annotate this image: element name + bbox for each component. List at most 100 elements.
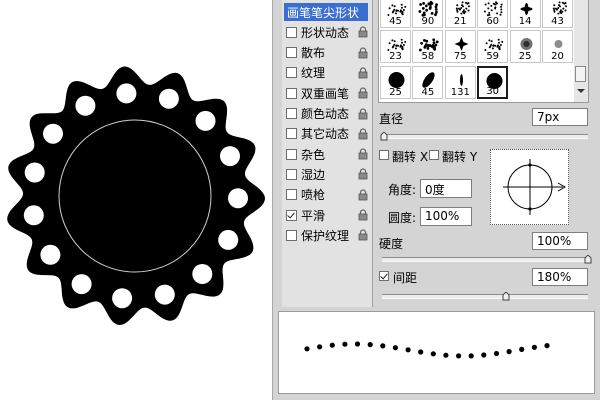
spacing-label: 间距 [393,271,418,285]
brush-option-item[interactable]: 纹理 [284,64,370,82]
diameter-slider-track[interactable] [382,134,588,139]
diameter-input[interactable]: 7px [532,108,588,126]
brush-option-item[interactable]: 其它动态 [284,125,370,143]
lock-icon[interactable] [358,229,368,241]
angle-input[interactable]: 0度 [420,179,472,198]
option-checkbox[interactable] [286,189,297,201]
brush-tip-size: 90 [421,16,435,27]
lock-icon[interactable] [358,168,368,180]
disc-hole [40,244,61,265]
flip-x-checkbox[interactable] [379,150,389,160]
disc-hole [43,123,63,144]
brush-tip[interactable]: 131 [444,66,476,99]
brush-tip-size: 75 [453,51,467,62]
lock-icon[interactable] [358,128,368,140]
option-checkbox[interactable] [286,229,297,241]
preview-dot [519,346,525,352]
brush-grid-scrollbar[interactable] [574,0,589,103]
brush-tip-size: 131 [450,87,470,98]
lock-icon[interactable] [358,67,368,79]
hardness-slider-handle[interactable] [584,255,592,264]
brush-tip[interactable]: 90 [412,0,444,28]
disc-hole [116,83,137,104]
roundness-input[interactable]: 100% [420,207,472,226]
lock-icon[interactable] [358,209,368,221]
option-label: 纹理 [301,66,326,81]
option-label: 湿边 [301,167,326,182]
scrollbar-thumb[interactable] [575,66,586,82]
brush-option-item[interactable]: 喷枪 [284,186,370,204]
spacing-slider-track[interactable] [382,294,588,299]
brush-option-item[interactable]: 形状动态 [284,23,370,41]
brush-option-item[interactable]: 保护纹理 [284,226,370,244]
spacing-input[interactable]: 180% [532,268,588,286]
brush-option-item[interactable]: 散布 [284,44,370,62]
brush-tip[interactable]: 25 [509,30,541,63]
brush-tip[interactable]: 14 [509,0,541,28]
wavy-disc [7,66,265,325]
disc-hole [192,264,213,284]
brush-tip-size: 25 [389,87,402,98]
angle-roundness-widget[interactable] [490,149,569,225]
option-checkbox[interactable] [286,87,297,99]
option-checkbox[interactable] [286,168,297,180]
spacing-slider-handle[interactable] [502,292,510,301]
flip-y-checkbox[interactable] [429,150,439,160]
brush-tip-size: 45 [421,87,435,98]
diameter-label: 直径 [379,112,404,126]
preview-dot [380,343,386,349]
brush-tip[interactable]: 20 [542,30,573,63]
lock-icon[interactable] [358,189,368,201]
brush-option-item[interactable]: 平滑 [284,206,370,224]
scroll-down-arrow-icon[interactable] [574,86,588,96]
disc-hole [23,205,44,226]
option-checkbox[interactable] [286,67,297,79]
brush-tip[interactable]: 75 [444,30,476,63]
brush-option-item[interactable]: 湿边 [284,165,370,183]
disc-hole [218,229,239,250]
brush-tip[interactable]: 59 [477,30,509,63]
option-label: 散布 [301,46,326,61]
brush-option-item[interactable]: 画笔笔尖形状 [284,3,368,21]
brush-tip-grid: 45 90 21 60 14 43 23 58 75 59 25 20 25 45 131 30 [378,0,576,103]
brush-option-item[interactable]: 杂色 [284,145,370,163]
option-checkbox[interactable] [286,47,297,59]
brush-tip[interactable]: 58 [412,30,444,63]
lock-icon[interactable] [358,26,368,38]
preview-dot [317,344,323,350]
brush-tip[interactable]: 30 [477,66,509,99]
brush-option-item[interactable]: 颜色动态 [284,105,370,123]
brush-tip[interactable]: 21 [444,0,476,28]
brush-tip[interactable]: 45 [380,0,411,28]
lock-icon[interactable] [358,47,368,59]
brush-tip[interactable]: 60 [477,0,509,28]
brush-tip[interactable]: 43 [542,0,573,28]
option-checkbox[interactable] [286,26,297,38]
preview-dot [456,353,462,359]
lock-icon[interactable] [358,87,368,99]
hardness-input[interactable]: 100% [532,232,588,250]
disc-hole [158,88,179,109]
preview-dot [392,345,398,351]
brush-tip-size: 20 [551,51,564,62]
lock-icon[interactable] [358,148,368,160]
brush-option-item[interactable]: 双重画笔 [284,84,370,102]
option-checkbox[interactable] [286,128,297,140]
spacing-checkbox[interactable] [379,271,389,281]
preview-dot [329,342,335,348]
diameter-slider-handle[interactable] [380,132,388,141]
brush-tip[interactable]: 23 [380,30,411,63]
disc-hole [75,95,96,116]
preview-dot [342,341,348,347]
option-label: 其它动态 [301,127,350,142]
lock-icon[interactable] [358,107,368,120]
brush-tip[interactable]: 45 [412,66,444,99]
option-checkbox[interactable] [286,108,297,119]
option-checkbox[interactable] [286,148,297,160]
disc-hole [220,146,240,167]
brush-tip[interactable]: 25 [380,66,411,99]
angle-label: 角度: [388,183,417,197]
hardness-slider-track[interactable] [382,257,588,262]
option-checkbox[interactable] [286,209,297,221]
preview-dot [367,342,373,348]
